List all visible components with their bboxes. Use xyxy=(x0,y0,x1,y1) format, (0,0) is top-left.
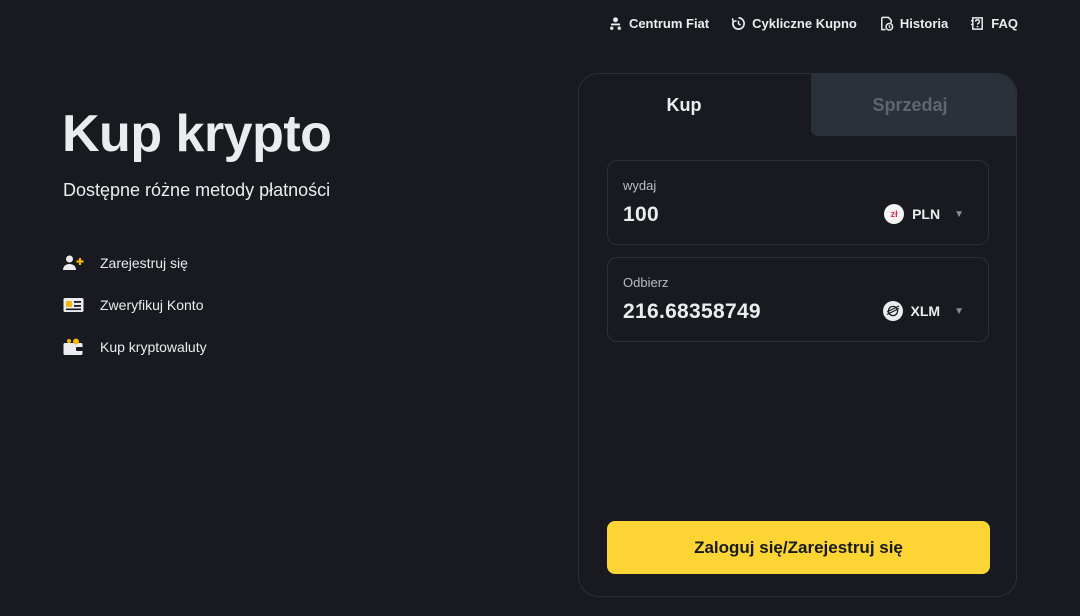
step-buy-label: Kup kryptowaluty xyxy=(100,339,207,355)
tab-buy[interactable]: Kup xyxy=(579,74,789,136)
login-register-button[interactable]: Zaloguj się/Zarejestruj się xyxy=(607,521,990,574)
page-subtitle: Dostępne różne metody płatności xyxy=(63,180,331,200)
tab-sell[interactable]: Sprzedaj xyxy=(804,74,1016,136)
nav-history-label: Historia xyxy=(899,15,949,31)
nav-fiat-center[interactable]: Centrum Fiat xyxy=(608,12,709,34)
wallet-icon xyxy=(63,338,83,355)
spend-label: wydaj xyxy=(623,178,657,193)
add-user-icon xyxy=(63,255,84,270)
pln-coin-icon: zł xyxy=(884,204,905,224)
buy-crypto-page: Centrum Fiat Cykliczne Kupno Historia FA… xyxy=(0,0,1080,616)
chevron-down-icon: ▼ xyxy=(954,208,964,220)
receive-input[interactable] xyxy=(623,300,853,324)
step-verify-label: Zweryfikuj Konto xyxy=(100,297,204,313)
trade-tabs: Kup Sprzedaj xyxy=(579,74,1016,136)
step-register: Zarejestruj się xyxy=(63,252,207,274)
spend-currency-select[interactable]: zł PLN ▼ xyxy=(884,204,964,224)
history-icon xyxy=(880,16,894,31)
steps-list: Zarejestruj się Zweryfikuj Konto Kup kry… xyxy=(63,252,207,378)
nav-history[interactable]: Historia xyxy=(879,12,948,34)
page-title: Kup krypto xyxy=(62,105,332,163)
receive-currency-label: XLM xyxy=(910,303,941,319)
step-buy: Kup kryptowaluty xyxy=(63,336,207,358)
fiat-center-icon xyxy=(610,16,621,30)
spend-input[interactable] xyxy=(623,203,853,227)
nav-recurring-buy[interactable]: Cykliczne Kupno xyxy=(731,12,857,34)
nav-faq[interactable]: FAQ xyxy=(970,12,1018,34)
recurring-icon xyxy=(731,16,746,30)
step-verify: Zweryfikuj Konto xyxy=(63,294,207,316)
spend-currency-label: PLN xyxy=(912,206,941,222)
trade-card: Kup Sprzedaj wydaj zł PLN ▼ Odbierz xyxy=(578,73,1017,597)
faq-icon xyxy=(971,16,984,30)
receive-currency-select[interactable]: XLM ▼ xyxy=(882,301,964,321)
xlm-coin-icon xyxy=(882,301,903,321)
top-nav: Centrum Fiat Cykliczne Kupno Historia FA… xyxy=(608,12,1018,34)
nav-recurring-buy-label: Cykliczne Kupno xyxy=(752,15,857,31)
nav-faq-label: FAQ xyxy=(991,15,1018,31)
spend-field: wydaj zł PLN ▼ xyxy=(607,160,989,245)
id-card-icon xyxy=(63,298,84,312)
step-register-label: Zarejestruj się xyxy=(100,255,188,271)
receive-field: Odbierz XLM ▼ xyxy=(607,257,989,342)
receive-label: Odbierz xyxy=(623,275,669,290)
nav-fiat-center-label: Centrum Fiat xyxy=(628,15,710,31)
chevron-down-icon: ▼ xyxy=(954,305,964,317)
